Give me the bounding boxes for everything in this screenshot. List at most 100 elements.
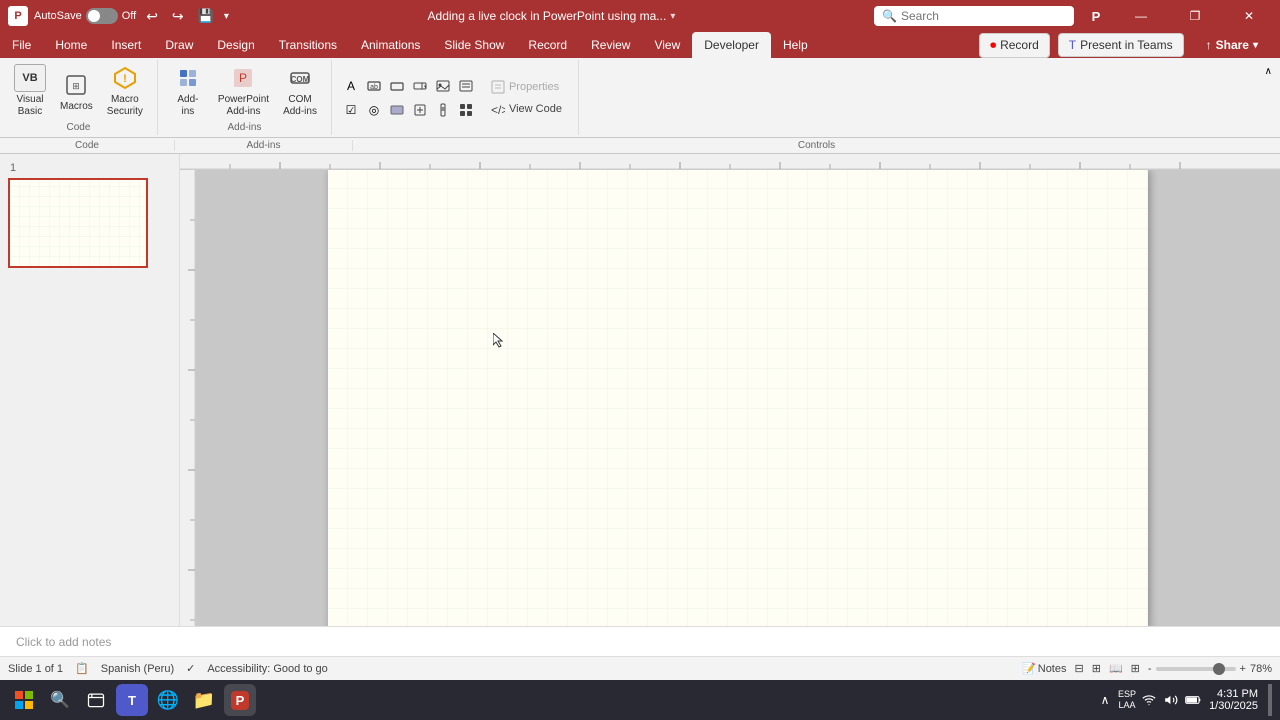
- ctrl-button-button[interactable]: [386, 75, 408, 97]
- addins-group-label: Add-ins: [227, 122, 261, 135]
- share-dropdown-icon[interactable]: ▾: [1253, 40, 1258, 51]
- reading-view-button[interactable]: 📖: [1109, 662, 1123, 675]
- svg-text:▾: ▾: [424, 84, 427, 90]
- svg-text:</>: </>: [491, 103, 505, 116]
- language-label: Spanish (Peru): [101, 663, 174, 675]
- ctrl-textbox-button[interactable]: ab: [363, 75, 385, 97]
- taskbar-files-button[interactable]: [80, 684, 112, 716]
- ribbon-collapse-area: ∧: [1257, 60, 1280, 135]
- slide-sorter-button[interactable]: ⊞: [1092, 662, 1101, 675]
- restore-button[interactable]: ❐: [1172, 0, 1218, 32]
- ribbon-content: VB VisualBasic ⊞ Macros ! MacroSecurity …: [0, 58, 1280, 138]
- doc-title-dropdown[interactable]: ▾: [670, 11, 675, 22]
- ctrl-more-button[interactable]: [455, 99, 477, 121]
- close-button[interactable]: ✕: [1226, 0, 1272, 32]
- ribbon-group-labels-row: Code Add-ins Controls: [0, 138, 1280, 154]
- powerpoint-addins-button[interactable]: P PowerPointAdd-ins: [212, 60, 275, 122]
- ruler-left: [180, 170, 196, 626]
- ctrl-label-button[interactable]: A: [340, 75, 362, 97]
- language-icon[interactable]: ESPLAA: [1117, 690, 1137, 710]
- zoom-slider-thumb[interactable]: [1213, 663, 1225, 675]
- taskbar-explorer-button[interactable]: 📁: [188, 684, 220, 716]
- tab-review[interactable]: Review: [579, 32, 642, 58]
- ribbon-group-code: VB VisualBasic ⊞ Macros ! MacroSecurity …: [0, 60, 158, 135]
- svg-text:!: !: [123, 73, 127, 85]
- tab-insert[interactable]: Insert: [99, 32, 153, 58]
- tab-animations[interactable]: Animations: [349, 32, 432, 58]
- taskbar-time[interactable]: 4:31 PM 1/30/2025: [1209, 688, 1258, 712]
- taskbar-teams-button[interactable]: T: [116, 684, 148, 716]
- show-hidden-icons[interactable]: ∧: [1095, 690, 1115, 710]
- ctrl-scrollbar-button[interactable]: [432, 99, 454, 121]
- share-icon: ↑: [1206, 38, 1212, 52]
- search-icon: 🔍: [882, 9, 897, 23]
- tab-draw[interactable]: Draw: [153, 32, 205, 58]
- show-desktop-button[interactable]: [1268, 684, 1272, 716]
- normal-view-button[interactable]: ⊟: [1075, 662, 1084, 675]
- add-ins-icon: [174, 64, 202, 92]
- record-icon: ⏺: [990, 38, 996, 53]
- ctrl-combo-button[interactable]: ▾: [409, 75, 431, 97]
- record-button[interactable]: ⏺ Record: [979, 33, 1050, 58]
- taskbar-search-button[interactable]: 🔍: [44, 684, 76, 716]
- tab-home[interactable]: Home: [43, 32, 99, 58]
- tab-help[interactable]: Help: [771, 32, 820, 58]
- ctrl-image-button[interactable]: [432, 75, 454, 97]
- volume-icon[interactable]: [1161, 690, 1181, 710]
- notes-area[interactable]: Click to add notes: [0, 626, 1280, 656]
- search-input[interactable]: [901, 9, 1066, 23]
- view-code-button[interactable]: </> View Code: [483, 99, 570, 119]
- quick-save-button[interactable]: 💾: [194, 6, 218, 26]
- macros-button[interactable]: ⊞ Macros: [54, 67, 99, 116]
- share-button[interactable]: ↑ Share ▾: [1192, 33, 1272, 57]
- properties-button[interactable]: Properties: [483, 77, 570, 97]
- add-ins-button[interactable]: Add-ins: [166, 60, 210, 122]
- zoom-in-button[interactable]: +: [1240, 663, 1246, 675]
- wifi-icon[interactable]: [1139, 690, 1159, 710]
- slide-canvas[interactable]: [328, 168, 1148, 626]
- autosave-area: AutoSave Off: [34, 8, 136, 24]
- undo-button[interactable]: ↩: [142, 6, 162, 27]
- ribbon-group-controls: A ab ▾ ☑ ◎: [332, 60, 579, 135]
- com-addins-button[interactable]: COM COMAdd-ins: [277, 60, 323, 122]
- zoom-control: - + 78%: [1148, 663, 1272, 675]
- redo-button[interactable]: ↪: [168, 6, 188, 27]
- taskbar-powerpoint-button[interactable]: P: [224, 684, 256, 716]
- ctrl-listbox-button[interactable]: [455, 75, 477, 97]
- ctrl-optionbtn-button[interactable]: ◎: [363, 99, 385, 121]
- start-button[interactable]: [8, 684, 40, 716]
- slide-number: 1: [8, 162, 171, 174]
- tab-design[interactable]: Design: [205, 32, 266, 58]
- minimize-button[interactable]: —: [1118, 0, 1164, 32]
- macro-security-button[interactable]: ! MacroSecurity: [101, 60, 149, 122]
- tab-file[interactable]: File: [0, 32, 43, 58]
- com-addins-icon: COM: [286, 64, 314, 92]
- tab-record[interactable]: Record: [516, 32, 579, 58]
- ctrl-togglebtn-button[interactable]: [386, 99, 408, 121]
- quick-access-dropdown[interactable]: ▾: [224, 11, 229, 22]
- search-box[interactable]: 🔍: [874, 6, 1074, 26]
- fit-slide-button[interactable]: ⊞: [1131, 662, 1140, 675]
- ctrl-spinbtn-button[interactable]: [409, 99, 431, 121]
- taskbar-chrome-button[interactable]: 🌐: [152, 684, 184, 716]
- powerpoint-addins-icon: P: [229, 64, 257, 92]
- tab-transitions[interactable]: Transitions: [267, 32, 349, 58]
- battery-icon[interactable]: [1183, 690, 1203, 710]
- profile-avatar[interactable]: P: [1082, 2, 1110, 30]
- tab-slideshow[interactable]: Slide Show: [432, 32, 516, 58]
- tab-view[interactable]: View: [642, 32, 692, 58]
- controls-row-2: ☑ ◎: [340, 99, 477, 121]
- ribbon-spacer: [579, 60, 1257, 135]
- zoom-slider[interactable]: [1156, 667, 1236, 671]
- autosave-toggle[interactable]: [86, 8, 118, 24]
- notes-button[interactable]: 📝 Notes: [1022, 662, 1066, 675]
- controls-label: Controls: [353, 140, 1280, 151]
- tab-developer[interactable]: Developer: [692, 32, 771, 58]
- ribbon-collapse-button[interactable]: ∧: [1261, 64, 1276, 79]
- slide-thumbnail[interactable]: [8, 178, 148, 268]
- ctrl-checkbox-button[interactable]: ☑: [340, 99, 362, 121]
- macros-icon: ⊞: [62, 71, 90, 99]
- present-in-teams-button[interactable]: T Present in Teams: [1058, 33, 1184, 57]
- zoom-out-button[interactable]: -: [1148, 663, 1152, 675]
- visual-basic-button[interactable]: VB VisualBasic: [8, 60, 52, 122]
